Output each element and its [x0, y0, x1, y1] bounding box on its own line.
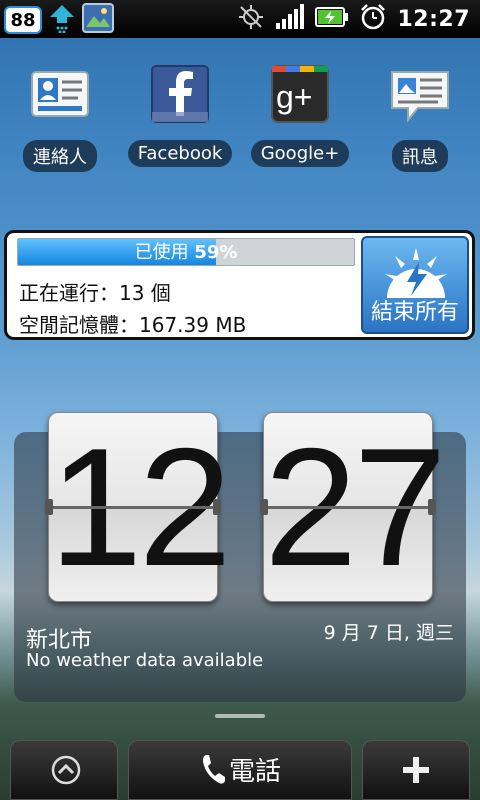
phone-icon — [201, 753, 227, 789]
gallery-icon — [82, 3, 114, 37]
battery-charging-icon — [315, 6, 349, 32]
running-apps-count: 正在運行：13 個 — [19, 281, 171, 305]
free-memory: 空閒記憶體：167.39 MB — [19, 313, 247, 337]
app-label: Google+ — [250, 140, 350, 167]
chevron-up-icon — [51, 755, 81, 789]
svg-text:g+: g+ — [276, 79, 312, 115]
plus-icon — [401, 755, 431, 789]
app-messages[interactable]: 訊息 — [360, 62, 480, 172]
phone-button[interactable]: 電話 — [128, 740, 352, 800]
add-to-home-button[interactable] — [362, 740, 470, 800]
end-all-label: 結束所有 — [370, 300, 459, 325]
flip-hinge — [213, 499, 221, 515]
all-apps-button[interactable] — [10, 740, 118, 800]
upload-icon — [48, 3, 76, 37]
clock-date: 9 月 7 日, 週三 — [323, 622, 454, 644]
gps-off-icon — [237, 3, 265, 35]
phone-label: 電話 — [229, 757, 282, 787]
usage-percent: 59% — [194, 242, 238, 263]
weather-status[interactable]: No weather data available — [26, 650, 263, 671]
page-indicator — [215, 714, 265, 718]
flip-divider — [49, 506, 217, 509]
usage-prefix: 已使用 — [134, 242, 189, 263]
end-all-button[interactable]: 結束所有 — [361, 236, 469, 334]
signal-strength-icon — [275, 3, 305, 35]
notification-count-badge[interactable]: 88 — [4, 6, 42, 34]
task-manager-widget[interactable]: 已使用 59% 正在運行：13 個 空閒記憶體：167.39 MB 結束所有 — [4, 230, 475, 340]
status-bar: 88 12:27 — [0, 0, 480, 38]
app-label: Facebook — [127, 140, 233, 167]
app-facebook[interactable]: Facebook — [120, 62, 240, 167]
flip-hinge — [428, 499, 436, 515]
messages-icon — [388, 62, 452, 126]
app-label: 連絡人 — [23, 140, 97, 172]
status-time: 12:27 — [397, 6, 470, 32]
minute-flip-card: 27 — [260, 412, 447, 602]
flip-divider — [264, 506, 432, 509]
memory-usage-bar: 已使用 59% — [17, 238, 355, 266]
contacts-icon — [28, 62, 92, 126]
flip-hinge — [260, 499, 268, 515]
facebook-icon — [148, 62, 212, 126]
app-shortcuts-row: 連絡人 Facebook g+ Google+ 訊息 — [0, 62, 480, 182]
bottom-dock: 電話 — [0, 712, 480, 800]
memory-usage-text: 已使用 59% — [18, 239, 354, 265]
app-contacts[interactable]: 連絡人 — [0, 62, 120, 172]
alarm-clock-icon — [359, 3, 387, 35]
app-label: 訊息 — [392, 140, 448, 172]
hour-flip-card: 12 — [45, 412, 232, 602]
app-google-plus[interactable]: g+ Google+ — [240, 62, 360, 167]
flip-hinge — [45, 499, 53, 515]
google-plus-icon: g+ — [268, 62, 332, 126]
